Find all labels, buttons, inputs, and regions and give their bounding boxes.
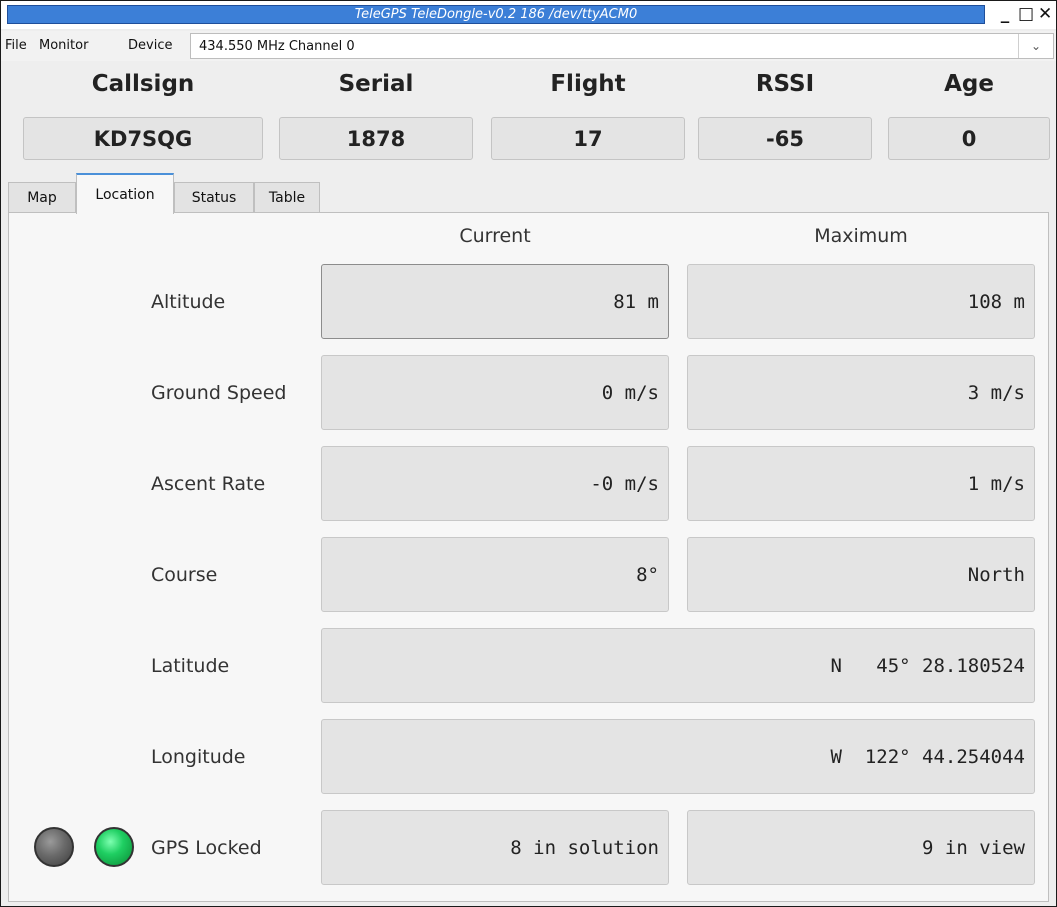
sats-in-solution: 8 in solution [321, 810, 669, 885]
tab-table[interactable]: Table [254, 182, 320, 213]
rssi-label: RSSI [755, 71, 815, 97]
tab-status[interactable]: Status [174, 182, 254, 213]
altitude-current: 81 m [321, 264, 669, 339]
window-controls: _ □ ✕ [998, 4, 1053, 24]
column-maximum: Maximum [814, 225, 908, 247]
latitude-label: Latitude [151, 655, 230, 677]
close-icon[interactable]: ✕ [1038, 4, 1052, 24]
column-current: Current [459, 225, 531, 247]
serial-label: Serial [338, 71, 414, 97]
tab-location[interactable]: Location [76, 173, 174, 214]
age-value: 0 [888, 117, 1050, 160]
course-maximum: North [687, 537, 1035, 612]
gps-locked-indicator [94, 827, 134, 867]
serial-value: 1878 [279, 117, 473, 160]
ground-speed-maximum: 3 m/s [687, 355, 1035, 430]
tab-map[interactable]: Map [8, 182, 76, 213]
app-window: TeleGPS TeleDongle-v0.2 186 /dev/ttyACM0… [0, 0, 1057, 907]
menu-bar: File Monitor Device 434.550 MHz Channel … [1, 31, 1056, 61]
minimize-icon[interactable]: _ [998, 4, 1012, 24]
title-bar-caption[interactable]: TeleGPS TeleDongle-v0.2 186 /dev/ttyACM0 [7, 5, 985, 24]
callsign-label: Callsign [91, 71, 195, 97]
callsign-value: KD7SQG [23, 117, 263, 160]
ascent-rate-current: -0 m/s [321, 446, 669, 521]
longitude-label: Longitude [151, 746, 246, 768]
channel-select-value: 434.550 MHz Channel 0 [199, 39, 355, 54]
course-label: Course [151, 564, 218, 586]
course-current: 8° [321, 537, 669, 612]
longitude-value: W 122° 44.254044 [321, 719, 1035, 794]
gps-ready-indicator [34, 827, 74, 867]
rssi-value: -65 [698, 117, 872, 160]
title-bar: TeleGPS TeleDongle-v0.2 186 /dev/ttyACM0… [1, 1, 1056, 29]
ascent-rate-maximum: 1 m/s [687, 446, 1035, 521]
flight-value: 17 [491, 117, 685, 160]
ground-speed-current: 0 m/s [321, 355, 669, 430]
window-title: TeleGPS TeleDongle-v0.2 186 /dev/ttyACM0 [354, 7, 638, 22]
channel-select[interactable]: 434.550 MHz Channel 0 ⌄ [190, 33, 1054, 59]
chevron-down-icon[interactable]: ⌄ [1018, 34, 1053, 58]
menu-file[interactable]: File [5, 38, 27, 53]
gps-locked-label: GPS Locked [151, 837, 262, 859]
menu-device[interactable]: Device [128, 38, 172, 53]
ascent-rate-label: Ascent Rate [151, 473, 266, 495]
ground-speed-label: Ground Speed [151, 382, 287, 404]
maximize-icon[interactable]: □ [1018, 4, 1034, 24]
age-label: Age [944, 71, 994, 97]
altitude-label: Altitude [151, 291, 226, 313]
sats-in-view: 9 in view [687, 810, 1035, 885]
altitude-maximum: 108 m [687, 264, 1035, 339]
latitude-value: N 45° 28.180524 [321, 628, 1035, 703]
menu-monitor[interactable]: Monitor [39, 38, 88, 53]
flight-label: Flight [550, 71, 626, 97]
